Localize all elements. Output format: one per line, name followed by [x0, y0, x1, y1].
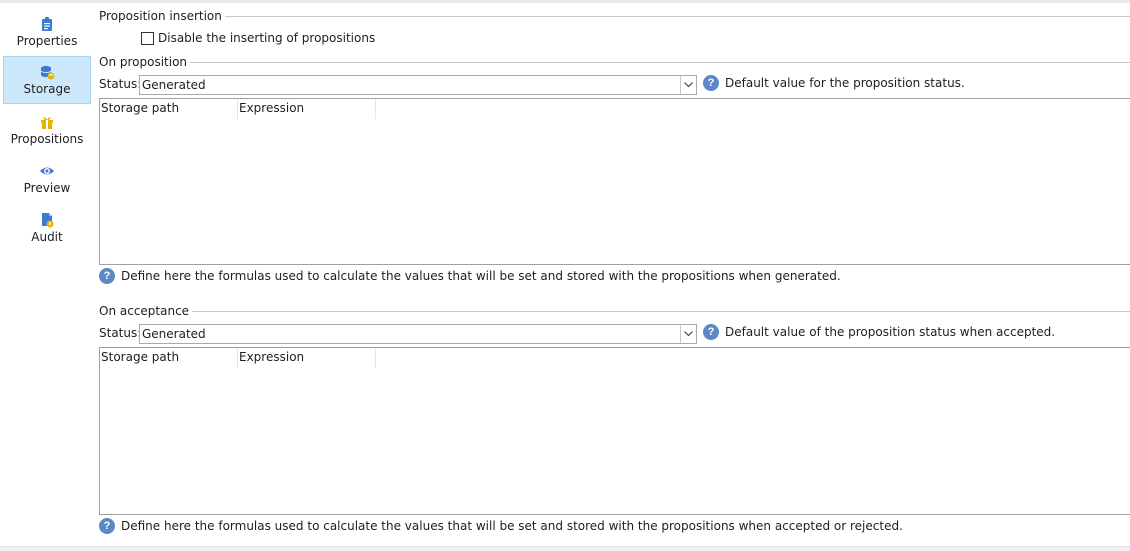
proposition-insertion-section: Proposition insertion — [99, 9, 1130, 23]
sidebar-item-label: Properties — [16, 34, 78, 48]
sidebar-item-propositions[interactable]: Propositions — [3, 106, 91, 154]
grid-help-text: Define here the formulas used to calcula… — [121, 519, 903, 533]
dropdown-value: Generated — [142, 78, 206, 92]
status-label: Status: — [99, 77, 142, 91]
on-proposition-section: On proposition — [99, 55, 1130, 69]
top-border — [0, 0, 1130, 3]
sidebar-item-label: Preview — [23, 181, 71, 195]
status-help-text: Default value of the proposition status … — [725, 325, 1056, 339]
proposition-status-dropdown[interactable]: Generated — [139, 75, 697, 95]
grid-header: Storage path Expression — [100, 348, 376, 368]
sidebar-item-label: Propositions — [10, 132, 84, 146]
eye-icon — [40, 167, 54, 175]
gift-icon — [41, 117, 53, 129]
on-acceptance-section: On acceptance — [99, 304, 1130, 318]
chevron-down-icon[interactable] — [680, 325, 696, 343]
section-title: On acceptance — [99, 304, 190, 318]
dropdown-value: Generated — [142, 327, 206, 341]
sidebar-item-label: Audit — [31, 230, 63, 244]
grid-header: Storage path Expression — [100, 99, 376, 119]
sidebar-item-label: Storage — [23, 82, 71, 96]
grid-help-text: Define here the formulas used to calcula… — [121, 269, 841, 283]
status-label: Status: — [99, 326, 142, 340]
checkbox-label: Disable the inserting of propositions — [158, 31, 376, 45]
help-icon: ? — [703, 75, 719, 91]
clipboard-icon — [42, 17, 52, 31]
section-divider — [192, 310, 1130, 312]
status-help-text: Default value for the proposition status… — [725, 76, 965, 90]
sidebar-item-storage[interactable]: Storage — [3, 56, 91, 104]
bottom-border — [0, 546, 1130, 551]
section-divider — [224, 15, 1130, 17]
audit-document-icon — [42, 213, 54, 228]
sidebar-item-audit[interactable]: Audit — [3, 204, 91, 252]
column-header-storage-path[interactable]: Storage path — [100, 99, 238, 119]
help-icon: ? — [703, 324, 719, 340]
proposition-storage-grid[interactable]: Storage path Expression — [99, 98, 1130, 265]
section-divider — [190, 61, 1130, 63]
sidebar-item-properties[interactable]: Properties — [3, 8, 91, 56]
sidebar-item-preview[interactable]: Preview — [3, 155, 91, 203]
help-icon: ? — [99, 518, 115, 534]
section-title: Proposition insertion — [99, 9, 222, 23]
column-header-expression[interactable]: Expression — [238, 348, 376, 368]
help-icon: ? — [99, 268, 115, 284]
acceptance-storage-grid[interactable]: Storage path Expression — [99, 347, 1130, 515]
column-header-expression[interactable]: Expression — [238, 99, 376, 119]
chevron-down-icon[interactable] — [680, 76, 696, 94]
disable-inserting-checkbox[interactable] — [141, 31, 154, 45]
acceptance-status-dropdown[interactable]: Generated — [139, 324, 697, 344]
column-header-storage-path[interactable]: Storage path — [100, 348, 238, 368]
disable-inserting-checkbox-row[interactable]: Disable the inserting of propositions — [141, 31, 375, 45]
section-title: On proposition — [99, 55, 188, 69]
database-sync-icon — [40, 66, 55, 80]
